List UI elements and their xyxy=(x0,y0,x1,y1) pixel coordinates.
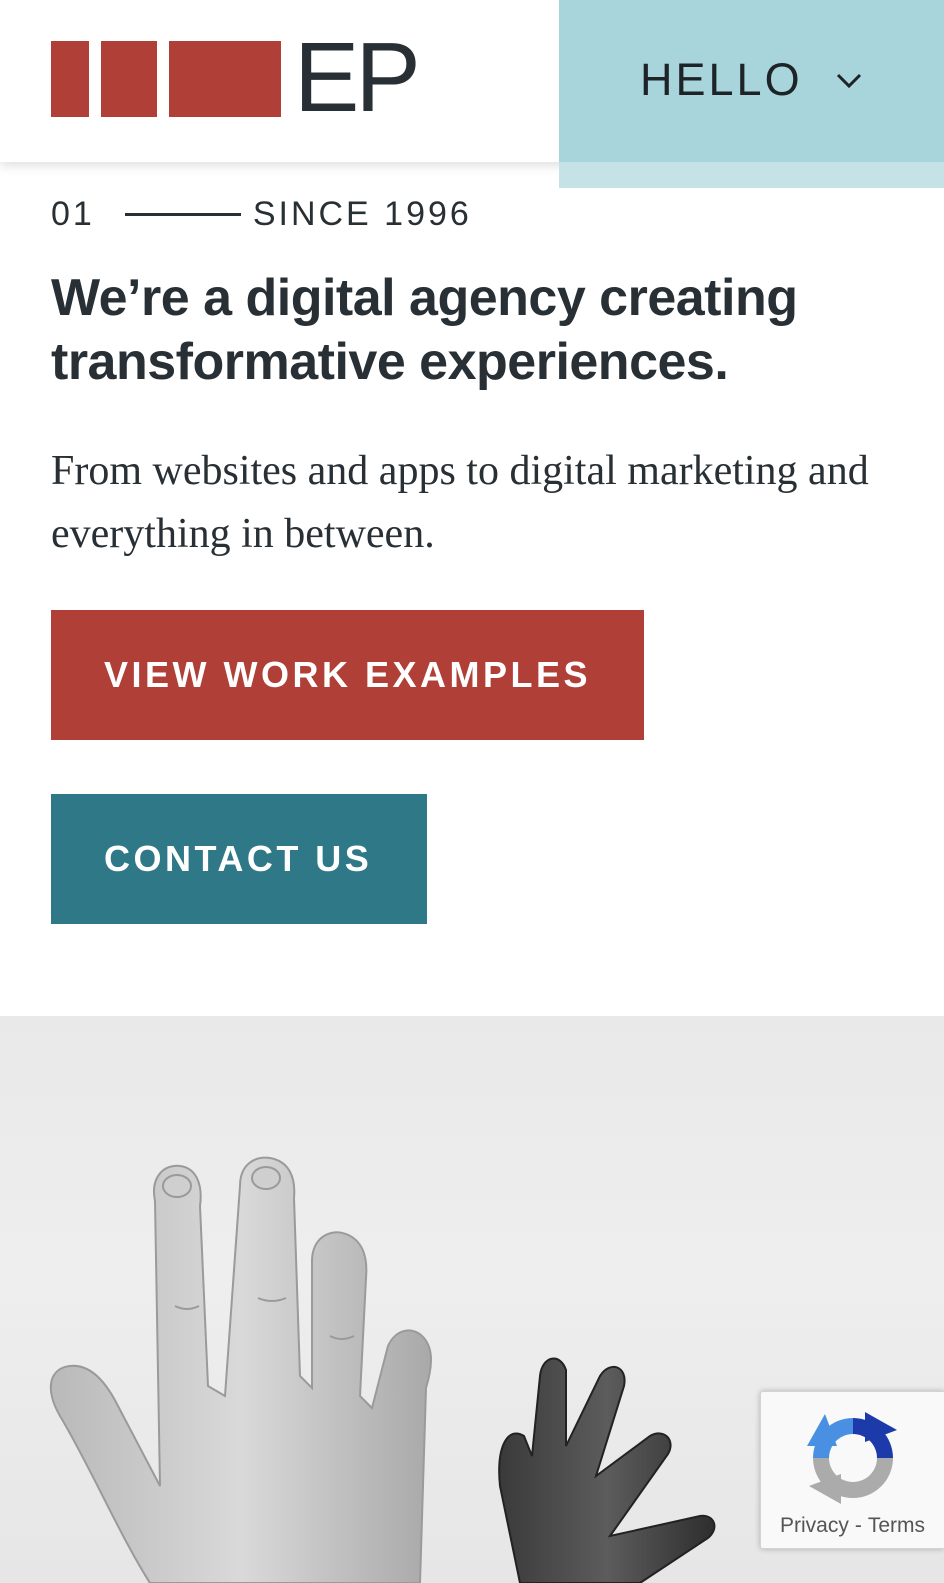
eyebrow-divider xyxy=(124,212,241,216)
contact-us-button[interactable]: CONTACT US xyxy=(51,794,427,924)
logo-text: EP xyxy=(294,22,421,132)
recaptcha-badge: Privacy - Terms xyxy=(760,1391,944,1549)
hello-menu-label: HELLO xyxy=(640,54,803,105)
privacy-link[interactable]: Privacy xyxy=(780,1514,849,1537)
recaptcha-links: Privacy - Terms xyxy=(761,1514,944,1538)
chevron-down-icon xyxy=(836,73,862,89)
logo-block xyxy=(51,41,89,117)
site-logo[interactable]: EP xyxy=(51,22,421,132)
view-work-examples-button[interactable]: VIEW WORK EXAMPLES xyxy=(51,610,644,740)
logo-block xyxy=(169,41,281,117)
left-hand xyxy=(50,1156,432,1583)
hero-headline: We’re a digital agency creating transfor… xyxy=(51,269,798,391)
right-hand xyxy=(498,1357,716,1583)
section-number: 01 xyxy=(51,194,95,233)
since-label: SINCE 1996 xyxy=(252,194,472,233)
link-separator: - xyxy=(854,1514,862,1537)
logo-block xyxy=(101,41,157,117)
hello-menu-toggle[interactable]: HELLO xyxy=(559,0,944,188)
recaptcha-icon xyxy=(807,1412,897,1504)
terms-link[interactable]: Terms xyxy=(868,1514,925,1537)
hero-subhead: From websites and apps to digital market… xyxy=(51,448,869,557)
section-eyebrow: 01 SINCE 1996 xyxy=(51,194,472,234)
